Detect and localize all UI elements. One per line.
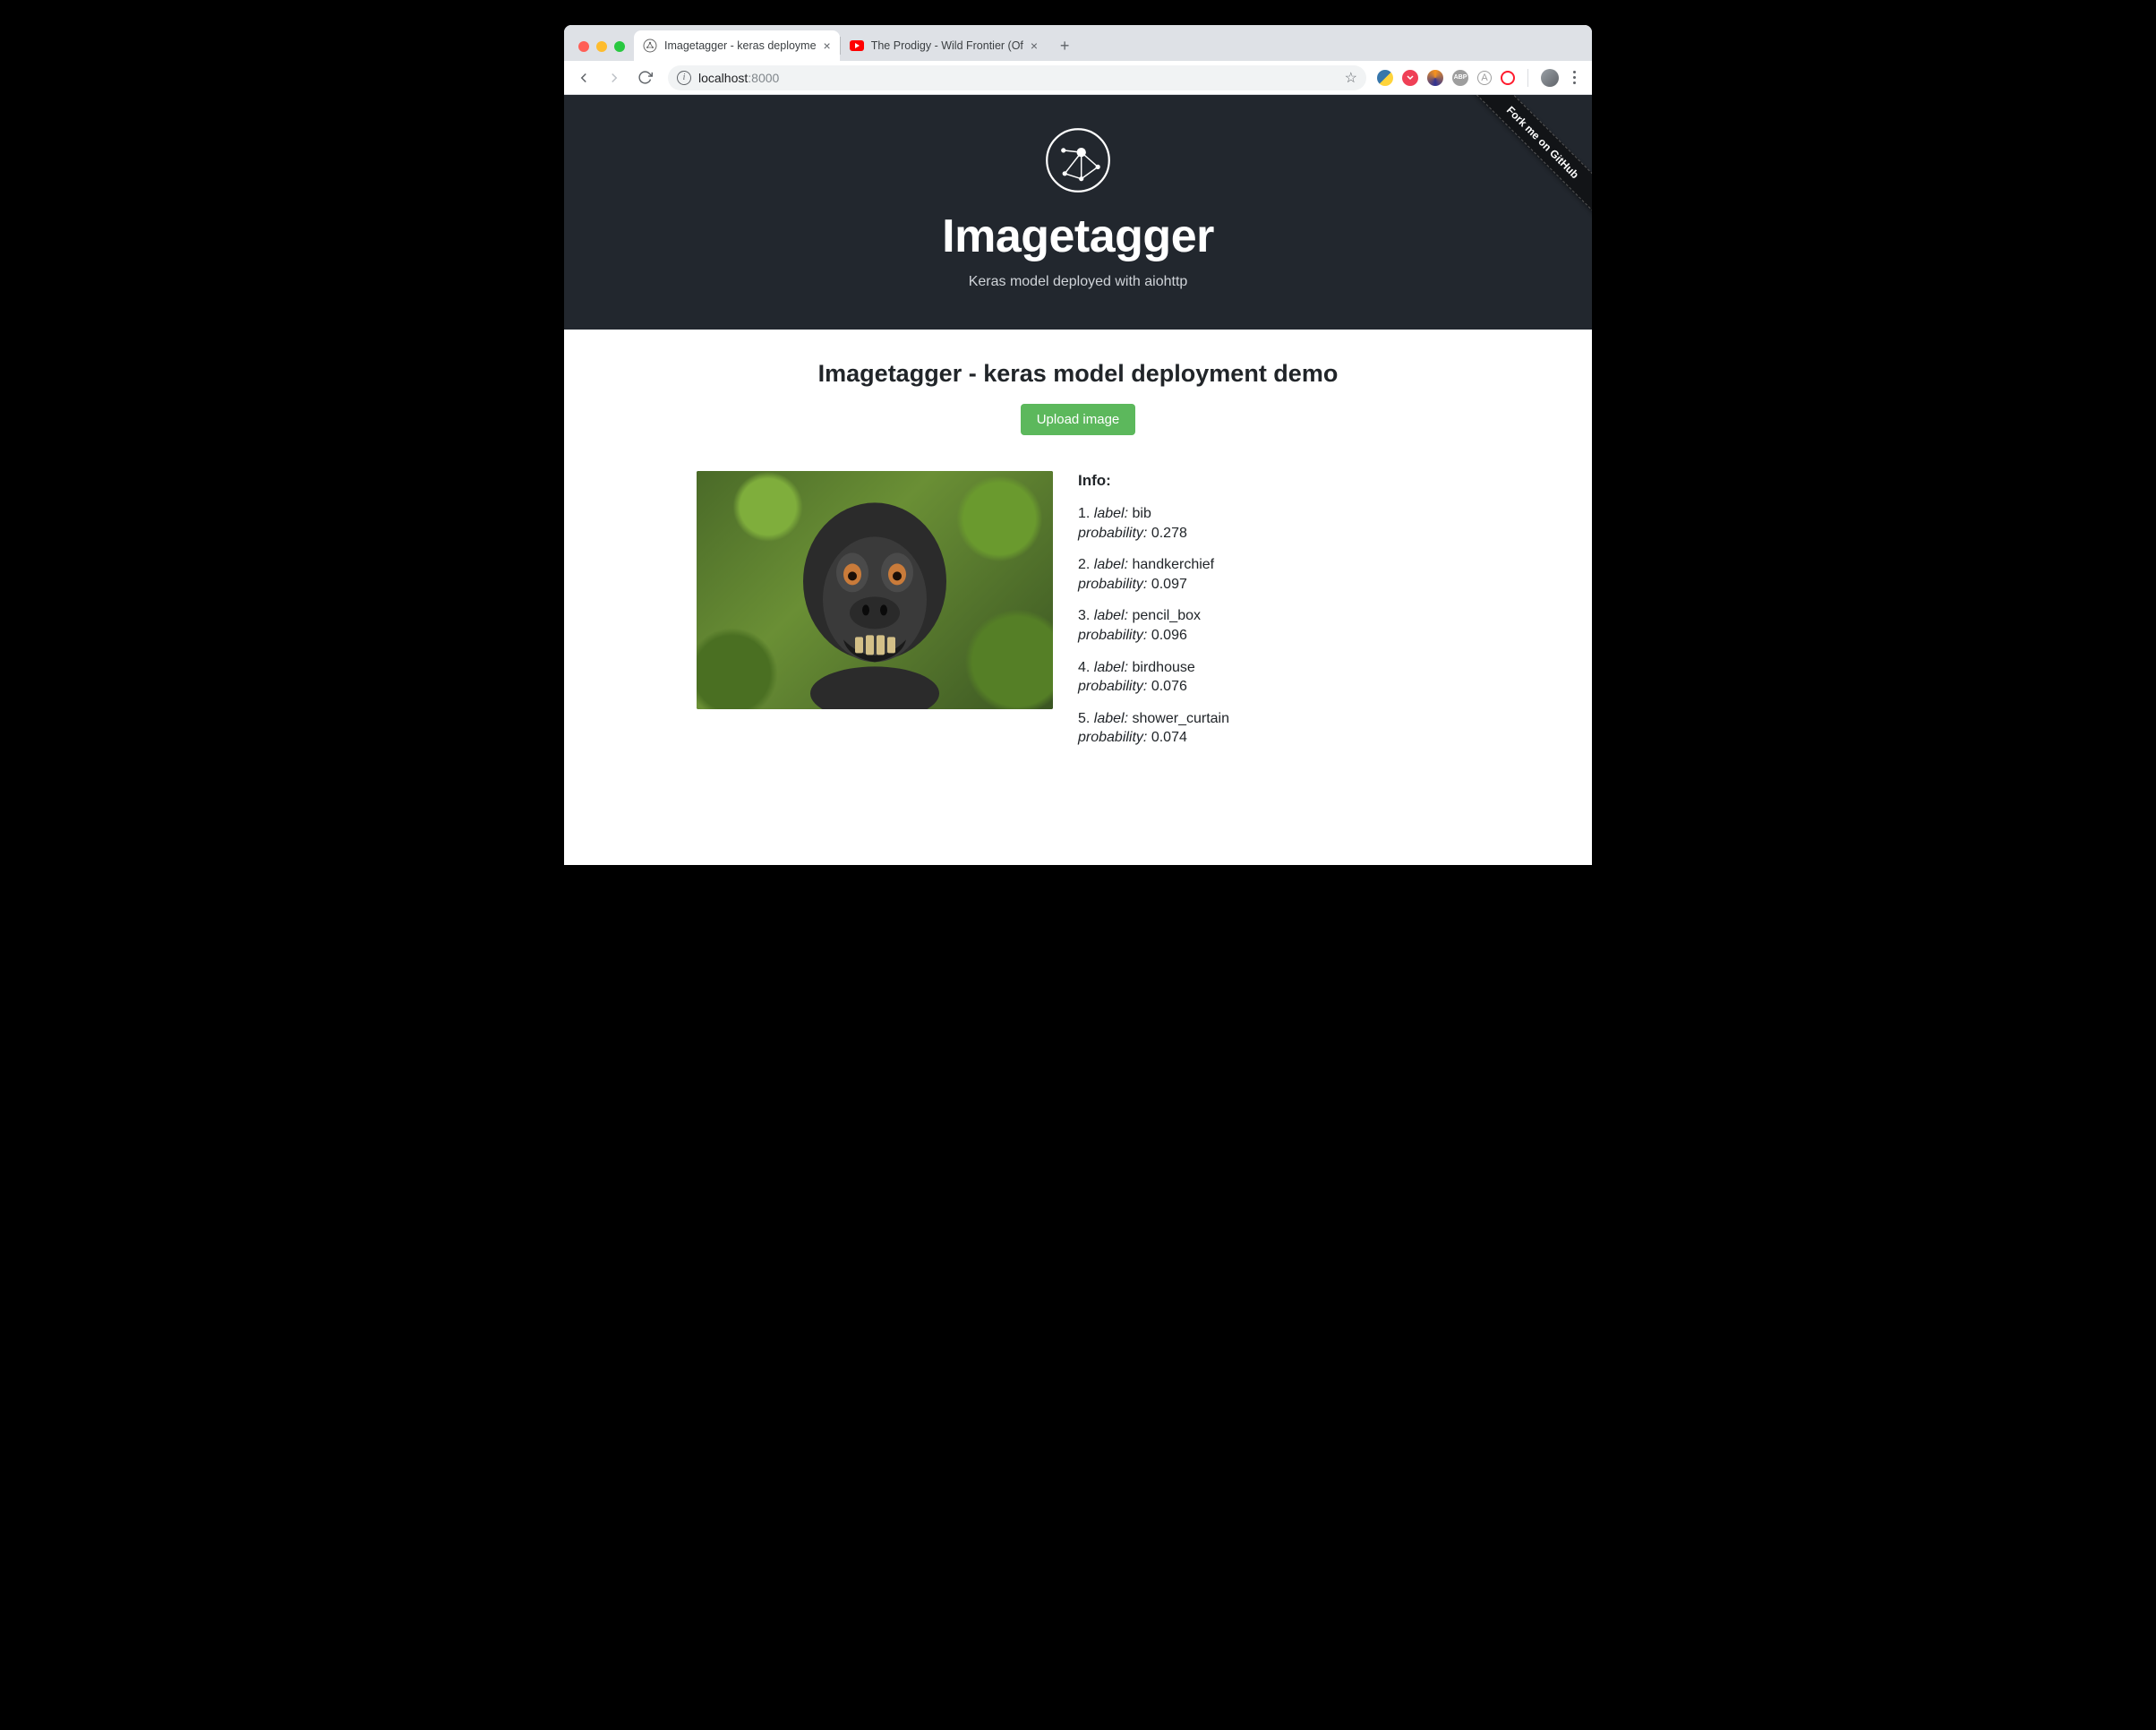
- address-bar[interactable]: i localhost:8000 ☆: [668, 65, 1366, 90]
- hero-title: Imagetagger: [564, 210, 1592, 263]
- extension-icons: ABP A: [1377, 67, 1585, 88]
- site-info-icon[interactable]: i: [677, 71, 691, 85]
- predictions-panel: Info: 1. label: bibprobability: 0.278 2. …: [1078, 471, 1229, 760]
- bookmark-star-icon[interactable]: ☆: [1345, 69, 1357, 87]
- info-heading: Info:: [1078, 471, 1229, 492]
- forward-button[interactable]: [602, 65, 627, 90]
- network-icon: [643, 39, 657, 53]
- upload-image-button[interactable]: Upload image: [1021, 404, 1136, 435]
- result-row: Info: 1. label: bibprobability: 0.278 2. …: [564, 435, 1592, 760]
- tab-title: Imagetagger - keras deployme: [664, 39, 817, 52]
- abp-extension-icon[interactable]: ABP: [1452, 70, 1468, 86]
- prediction-item: 3. label: pencil_boxprobability: 0.096: [1078, 606, 1229, 645]
- python-extension-icon[interactable]: [1377, 70, 1393, 86]
- window-minimize-button[interactable]: [596, 41, 607, 52]
- tab-close-button[interactable]: ×: [1031, 39, 1038, 52]
- browser-menu-button[interactable]: [1568, 67, 1581, 88]
- browser-window: Imagetagger - keras deployme × The Prodi…: [564, 25, 1592, 865]
- profile-avatar[interactable]: [1541, 69, 1559, 87]
- opera-extension-icon[interactable]: [1501, 71, 1515, 85]
- pocket-extension-icon[interactable]: [1402, 70, 1418, 86]
- back-button[interactable]: [571, 65, 596, 90]
- toolbar-separator: [1527, 69, 1528, 87]
- youtube-icon: [850, 39, 864, 53]
- tab-close-button[interactable]: ×: [824, 39, 831, 52]
- prediction-item: 1. label: bibprobability: 0.278: [1078, 504, 1229, 543]
- monkey-illustration: [758, 483, 991, 709]
- prediction-item: 2. label: handkerchiefprobability: 0.097: [1078, 555, 1229, 594]
- tab-strip: Imagetagger - keras deployme × The Prodi…: [564, 25, 1592, 61]
- window-maximize-button[interactable]: [614, 41, 625, 52]
- reload-button[interactable]: [632, 65, 657, 90]
- logo-icon: [1045, 127, 1111, 193]
- tab-title: The Prodigy - Wild Frontier (Of: [871, 39, 1023, 52]
- new-tab-button[interactable]: +: [1052, 33, 1077, 58]
- window-controls: [575, 41, 634, 61]
- prediction-item: 4. label: birdhouseprobability: 0.076: [1078, 658, 1229, 697]
- github-ribbon-link[interactable]: Fork me on GitHub: [1464, 95, 1592, 221]
- page-content: Imagetagger Keras model deployed with ai…: [564, 95, 1592, 865]
- prediction-item: 5. label: shower_curtainprobability: 0.0…: [1078, 709, 1229, 748]
- hero-section: Imagetagger Keras model deployed with ai…: [564, 95, 1592, 330]
- toolbar: i localhost:8000 ☆ ABP A: [564, 61, 1592, 95]
- main-section: Imagetagger - keras model deployment dem…: [564, 330, 1592, 760]
- url-host: localhost:8000: [698, 71, 779, 85]
- main-heading: Imagetagger - keras model deployment dem…: [564, 360, 1592, 388]
- tab-youtube[interactable]: The Prodigy - Wild Frontier (Of ×: [841, 30, 1047, 61]
- uploaded-image: [697, 471, 1053, 709]
- extension-icon[interactable]: A: [1477, 71, 1492, 85]
- window-close-button[interactable]: [578, 41, 589, 52]
- hero-subtitle: Keras model deployed with aiohttp: [564, 274, 1592, 290]
- github-ribbon: Fork me on GitHub: [1458, 95, 1592, 229]
- tab-imagetagger[interactable]: Imagetagger - keras deployme ×: [634, 30, 840, 61]
- extension-icon[interactable]: [1427, 70, 1443, 86]
